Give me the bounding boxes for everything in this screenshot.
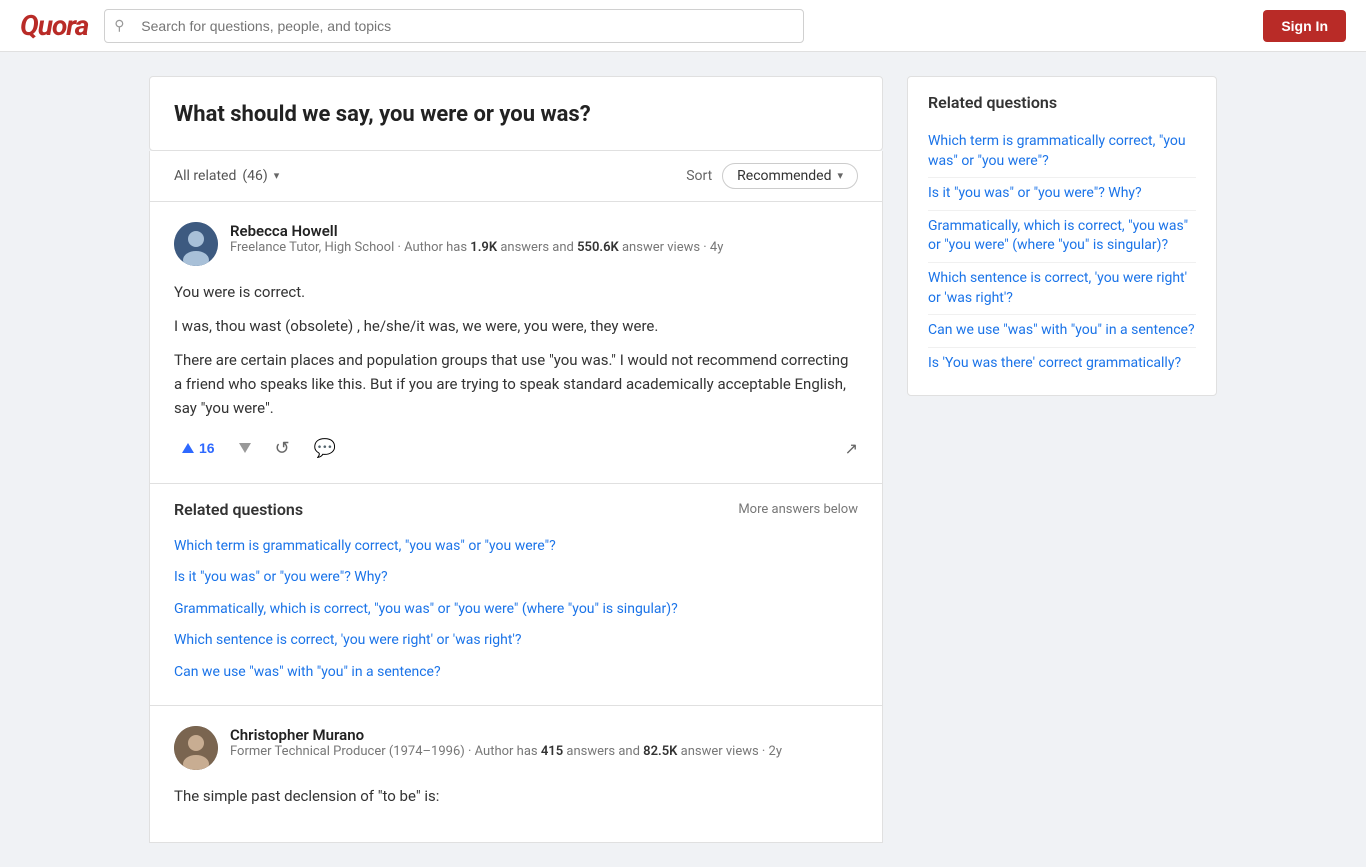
header: Quora ⚲ Sign In — [0, 0, 1366, 52]
sort-dropdown[interactable]: Recommended ▾ — [722, 163, 858, 189]
chevron-down-icon: ▾ — [274, 169, 280, 182]
quora-logo: Quora — [20, 9, 88, 42]
all-related-button[interactable]: All related (46) ▾ — [174, 168, 279, 184]
sidebar-link-3[interactable]: Which sentence is correct, 'you were rig… — [928, 263, 1196, 315]
main-content: What should we say, you were or you was?… — [149, 76, 883, 843]
more-answers-label: More answers below — [738, 502, 858, 517]
related-inline-title: Related questions — [174, 500, 303, 519]
reshare-icon[interactable]: ↺ — [267, 434, 298, 463]
author-meta-2: Former Technical Producer (1974–1996) · … — [230, 744, 782, 759]
sort-label: Sort — [686, 168, 712, 184]
related-inline-header: Related questions More answers below — [174, 500, 858, 519]
search-input[interactable] — [104, 9, 804, 43]
downvote-arrow-icon — [239, 443, 251, 453]
related-link-0[interactable]: Which term is grammatically correct, "yo… — [174, 531, 858, 563]
upvote-button-1[interactable]: 16 — [174, 436, 223, 460]
sidebar-title: Related questions — [928, 93, 1196, 112]
related-link-2[interactable]: Grammatically, which is correct, "you wa… — [174, 594, 858, 626]
sidebar-link-5[interactable]: Is 'You was there' correct grammatically… — [928, 348, 1196, 380]
sidebar-link-4[interactable]: Can we use "was" with "you" in a sentenc… — [928, 315, 1196, 348]
sort-section: Sort Recommended ▾ — [686, 163, 858, 189]
author-meta-1: Freelance Tutor, High School · Author ha… — [230, 240, 723, 255]
sidebar: Related questions Which term is grammati… — [907, 76, 1217, 396]
answer-card-1: Rebecca Howell Freelance Tutor, High Sch… — [149, 202, 883, 484]
author-name-2: Christopher Murano — [230, 726, 782, 744]
header-right: Sign In — [1263, 10, 1346, 42]
answer-card-2: Christopher Murano Former Technical Prod… — [149, 706, 883, 843]
related-link-4[interactable]: Can we use "was" with "you" in a sentenc… — [174, 657, 858, 689]
author-row-1: Rebecca Howell Freelance Tutor, High Sch… — [174, 222, 858, 266]
sign-in-button[interactable]: Sign In — [1263, 10, 1346, 42]
sidebar-link-0[interactable]: Which term is grammatically correct, "yo… — [928, 126, 1196, 178]
sidebar-link-1[interactable]: Is it "you was" or "you were"? Why? — [928, 178, 1196, 211]
question-title: What should we say, you were or you was? — [174, 101, 858, 130]
share-icon[interactable]: ↗ — [845, 439, 858, 458]
author-info-1: Rebecca Howell Freelance Tutor, High Sch… — [230, 222, 723, 255]
related-count: (46) — [242, 168, 267, 184]
dropdown-chevron-icon: ▾ — [837, 169, 843, 182]
author-row-2: Christopher Murano Former Technical Prod… — [174, 726, 858, 770]
author-name-1: Rebecca Howell — [230, 222, 723, 240]
answer-text-2: The simple past declension of "to be" is… — [174, 784, 858, 808]
answer-text-1: You were is correct. I was, thou wast (o… — [174, 280, 858, 420]
author-info-2: Christopher Murano Former Technical Prod… — [230, 726, 782, 759]
sidebar-box: Related questions Which term is grammati… — [907, 76, 1217, 396]
comment-icon[interactable]: 💬 — [306, 434, 344, 463]
action-bar-1: 16 ↺ 💬 ↗ — [174, 434, 858, 463]
search-icon: ⚲ — [114, 18, 124, 34]
avatar-1 — [174, 222, 218, 266]
sidebar-link-2[interactable]: Grammatically, which is correct, "you wa… — [928, 211, 1196, 263]
all-related-label: All related — [174, 168, 236, 184]
upvote-arrow-icon — [182, 443, 194, 453]
related-link-3[interactable]: Which sentence is correct, 'you were rig… — [174, 625, 858, 657]
related-link-1[interactable]: Is it "you was" or "you were"? Why? — [174, 562, 858, 594]
avatar-2 — [174, 726, 218, 770]
upvote-count-1: 16 — [199, 440, 215, 456]
recommended-label: Recommended — [737, 168, 831, 184]
search-bar-container: ⚲ — [104, 9, 804, 43]
downvote-button-1[interactable] — [231, 439, 259, 457]
filter-bar: All related (46) ▾ Sort Recommended ▾ — [149, 151, 883, 202]
question-box: What should we say, you were or you was? — [149, 76, 883, 151]
page-layout: What should we say, you were or you was?… — [133, 52, 1233, 867]
related-inline-box: Related questions More answers below Whi… — [149, 484, 883, 706]
